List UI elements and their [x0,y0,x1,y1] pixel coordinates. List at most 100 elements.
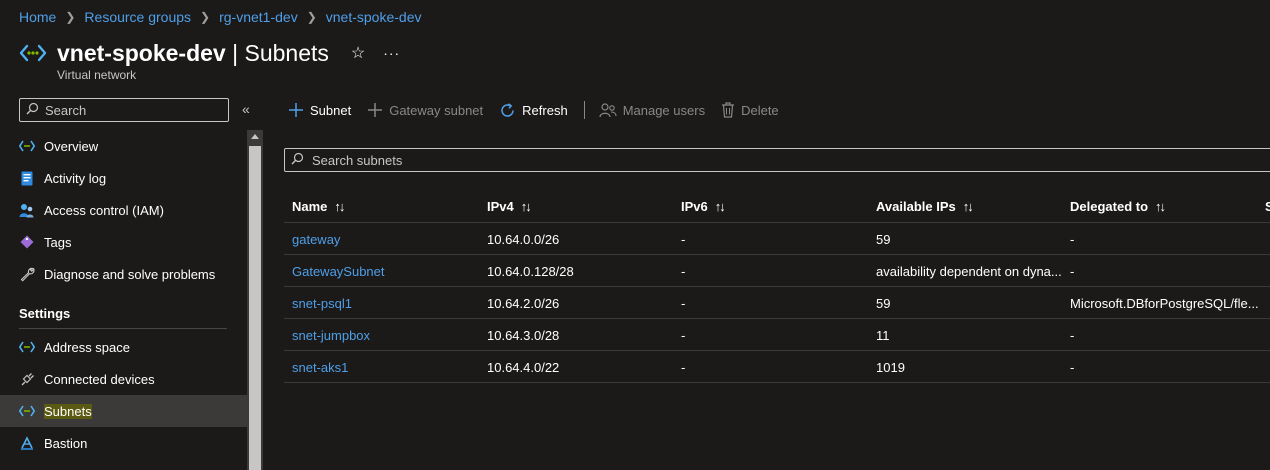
users-icon [599,102,617,118]
sidebar-item-label: Diagnose and solve problems [44,266,216,282]
wrench-icon [19,266,35,282]
chevron-right-icon: ❯ [200,10,211,24]
sort-icon[interactable]: ↑↓ [715,199,726,214]
breadcrumb-resource-group[interactable]: rg-vnet1-dev [219,9,298,25]
column-header-delegated-to[interactable]: Delegated to ↑↓ [1070,190,1260,222]
table-row[interactable]: snet-aks1 10.64.4.0/22 - 1019 - [284,351,1270,383]
sidebar-item-connected-devices[interactable]: Connected devices [0,363,247,395]
table-row[interactable]: GatewaySubnet 10.64.0.128/28 - availabil… [284,255,1270,287]
delegated-to-cell: - [1070,327,1075,343]
table-row[interactable]: gateway 10.64.0.0/26 - 59 - [284,223,1270,255]
sidebar-item-label: Connected devices [44,371,155,387]
subnet-name-link[interactable]: snet-aks1 [292,351,482,383]
star-icon[interactable]: ☆ [351,43,365,63]
scrollbar-thumb[interactable] [249,146,261,470]
sidebar-item-label: Activity log [44,170,107,186]
available-ips-cell: 1019 [876,359,905,375]
title-separator: | [225,39,245,66]
sidebar-item-label: Overview [44,138,99,154]
toolbar-divider [583,101,585,119]
search-placeholder: Search subnets [312,152,403,168]
ipv4-cell: 10.64.3.0/28 [487,327,560,343]
search-icon [291,152,304,168]
ipv4-cell: 10.64.0.0/26 [487,231,560,247]
subnet-name-link[interactable]: gateway [292,223,482,255]
table-row[interactable]: snet-psql1 10.64.2.0/26 - 59 Microsoft.D… [284,287,1270,319]
sidebar-search-placeholder: Search [45,102,87,118]
sidebar-search-input[interactable]: Search [19,98,229,122]
scroll-up-icon[interactable] [251,134,259,139]
manage-users-button[interactable]: Manage users [599,102,705,118]
subnet-name-link[interactable]: snet-psql1 [292,287,482,319]
page-name: Subnets [244,39,329,66]
chevron-right-icon: ❯ [65,10,76,24]
tag-icon [19,234,35,250]
refresh-label: Refresh [522,102,568,118]
available-ips-cell: 59 [876,295,891,311]
delete-label: Delete [741,102,779,118]
breadcrumb-home[interactable]: Home [19,9,56,25]
ipv4-cell: 10.64.2.0/26 [487,295,560,311]
sidebar-item-label: Access control (IAM) [44,202,164,218]
manage-users-label: Manage users [622,102,706,118]
sort-icon[interactable]: ↑↓ [334,199,345,214]
sidebar-item-label: Bastion [44,435,88,451]
add-gateway-subnet-button[interactable]: Gateway subnet [367,102,483,118]
ipv4-cell: 10.64.0.128/28 [487,263,574,279]
available-ips-cell: 11 [876,327,890,343]
plus-icon [367,102,383,118]
sort-icon[interactable]: ↑↓ [521,199,532,214]
trash-icon [721,102,735,118]
column-header-truncated[interactable]: S [1265,190,1270,222]
vnet-icon [19,138,35,154]
subnet-name-link[interactable]: GatewaySubnet [292,255,482,287]
ipv4-cell: 10.64.4.0/22 [487,359,560,375]
column-header-ipv4[interactable]: IPv4 ↑↓ [487,190,677,222]
column-header-name[interactable]: Name ↑↓ [292,190,482,222]
page-header: vnet-spoke-dev | Subnets ☆ ··· [19,38,400,68]
sidebar-item-overview[interactable]: Overview [0,130,247,162]
delegated-to-cell: - [1070,263,1075,279]
breadcrumb-resource-groups[interactable]: Resource groups [84,9,191,25]
delete-button[interactable]: Delete [721,102,779,118]
ipv6-cell: - [681,327,686,343]
table-row[interactable]: snet-jumpbox 10.64.3.0/28 - 11 - [284,319,1270,351]
search-subnets-input[interactable]: Search subnets [284,148,1270,172]
sidebar-scrollbar[interactable] [247,130,263,470]
column-header-ipv6[interactable]: IPv6 ↑↓ [681,190,871,222]
breadcrumb: Home ❯ Resource groups ❯ rg-vnet1-dev ❯ … [19,9,421,25]
command-bar: Subnet Gateway subnet Refresh Manage use… [288,98,795,122]
sidebar-item-access-control[interactable]: Access control (IAM) [0,194,247,226]
divider [19,328,227,329]
sort-icon[interactable]: ↑↓ [1155,199,1166,214]
delegated-to-cell: Microsoft.DBforPostgreSQL/fle... [1070,295,1259,311]
subnet-name-link[interactable]: snet-jumpbox [292,319,482,351]
plus-icon [288,102,304,118]
add-subnet-button[interactable]: Subnet [288,102,351,118]
sidebar-item-activity-log[interactable]: Activity log [0,162,247,194]
column-label: Available IPs [876,198,956,214]
subnets-table: Name ↑↓ IPv4 ↑↓ IPv6 ↑↓ Available IPs ↑↓ Del… [284,190,1270,383]
sidebar-item-address-space[interactable]: Address space [0,331,247,363]
resource-name: vnet-spoke-dev [57,39,226,66]
chevron-right-icon: ❯ [306,10,317,24]
collapse-icon[interactable]: « [242,101,250,117]
refresh-icon [499,102,516,119]
sidebar-item-label: Tags [44,234,72,250]
sidebar-item-subnets[interactable]: Subnets [0,395,247,427]
refresh-button[interactable]: Refresh [499,102,568,119]
sidebar-item-diagnose[interactable]: Diagnose and solve problems [0,258,247,290]
sidebar-item-tags[interactable]: Tags [0,226,247,258]
sort-icon[interactable]: ↑↓ [963,199,974,214]
ipv6-cell: - [681,295,686,311]
delegated-to-cell: - [1070,359,1075,375]
column-label: Delegated to [1070,198,1149,214]
sidebar-item-bastion[interactable]: Bastion [0,427,247,459]
delegated-to-cell: - [1070,231,1075,247]
breadcrumb-vnet[interactable]: vnet-spoke-dev [326,9,422,25]
more-icon[interactable]: ··· [383,45,400,61]
ipv6-cell: - [681,263,686,279]
column-header-available-ips[interactable]: Available IPs ↑↓ [876,190,1066,222]
sidebar-item-label: Address space [44,339,130,355]
sidebar-section-settings: Settings [19,306,71,321]
